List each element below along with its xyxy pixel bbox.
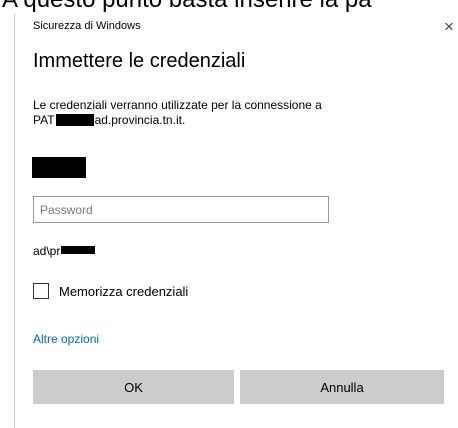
window-title: Sicurezza di Windows xyxy=(33,20,141,32)
remember-credentials-option[interactable]: Memorizza credenziali xyxy=(33,281,188,301)
more-options-link[interactable]: Altre opzioni xyxy=(33,332,99,346)
background-caption: A questo punto basta inserire la pa xyxy=(0,0,458,14)
connection-message: Le credenziali verranno utilizzate per l… xyxy=(33,98,433,128)
message-line-2: PAT ad.provincia.tn.it. xyxy=(33,113,433,128)
close-icon[interactable]: × xyxy=(439,14,458,40)
domain-user-label: ad\pr xyxy=(33,244,96,258)
password-input[interactable] xyxy=(33,196,329,223)
remember-checkbox[interactable] xyxy=(33,283,49,299)
dialog-heading: Immettere le credenziali xyxy=(33,50,246,72)
domain-prefix: ad\pr xyxy=(33,244,61,258)
cancel-button[interactable]: Annulla xyxy=(240,370,444,404)
server-suffix: ad.provincia.tn.it. xyxy=(94,113,186,127)
redacted-username-field[interactable] xyxy=(32,157,86,178)
message-line-1: Le credenziali verranno utilizzate per l… xyxy=(33,98,322,112)
credentials-dialog: Sicurezza di Windows × Immettere le cred… xyxy=(14,14,458,428)
redacted-username-part xyxy=(61,246,96,254)
server-prefix: PAT xyxy=(33,113,55,127)
ok-button[interactable]: OK xyxy=(33,370,234,404)
redacted-server-part xyxy=(55,114,94,126)
remember-label: Memorizza credenziali xyxy=(59,283,189,299)
caption-text: A questo punto basta inserire la pa xyxy=(2,0,372,13)
